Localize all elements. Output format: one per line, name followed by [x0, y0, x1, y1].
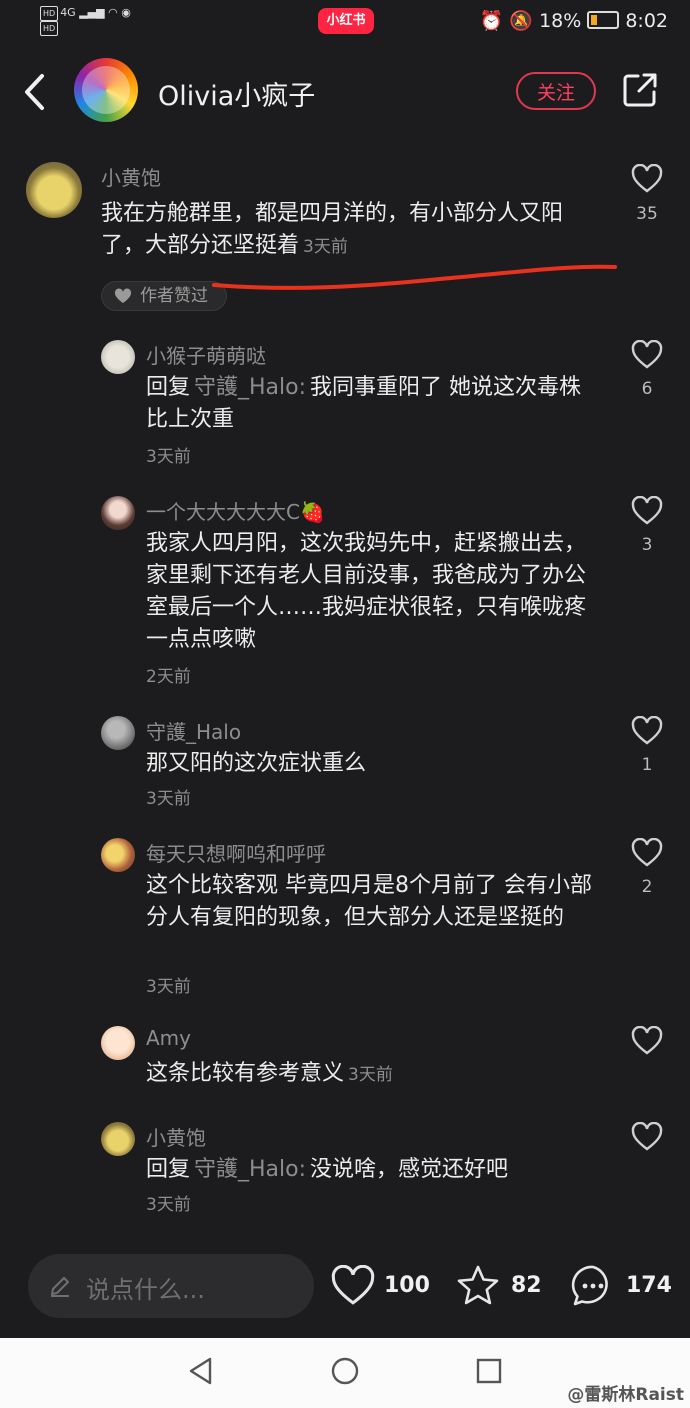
small-heart-icon [114, 288, 132, 303]
comment-text[interactable]: 那又阳的这次症状重么 [146, 748, 601, 780]
comment-time: 3天前 [146, 977, 191, 997]
like-count: 2 [641, 877, 653, 897]
comments-count: 174 [626, 1273, 672, 1298]
heart-icon[interactable] [631, 838, 663, 868]
network-label: 4G [60, 6, 76, 19]
wifi-icon: ◠ [108, 6, 118, 19]
reply-target[interactable]: 守護_Halo: [194, 1157, 306, 1182]
watermark: @雷斯林Raist [567, 1385, 684, 1405]
comment-time: 3天前 [348, 1065, 393, 1085]
heart-icon[interactable] [631, 164, 663, 194]
reply-prefix: 回复 [146, 1157, 191, 1182]
comment-time: 2天前 [146, 667, 191, 687]
clock: 8:02 [625, 10, 668, 32]
comment-username[interactable]: 一个大大大大大C🍓 [146, 496, 325, 525]
comment-body: 这条比较有参考意义 [146, 1061, 345, 1086]
author-avatar[interactable] [74, 58, 138, 122]
comment-text[interactable]: 这条比较有参考意义 3天前 [146, 1058, 601, 1091]
battery-percent: 18% [539, 10, 582, 32]
reply-prefix: 回复 [146, 375, 191, 400]
comment-text[interactable]: 回复 守護_Halo: 我同事重阳了 她说这次毒株比上次重 [146, 372, 601, 436]
nav-recents-icon[interactable] [474, 1356, 504, 1386]
comment-time: 3天前 [146, 1195, 191, 1215]
user-avatar[interactable] [101, 1122, 135, 1156]
comment-username[interactable]: 每天只想啊呜和呼呼 [146, 838, 326, 867]
comment-text[interactable]: 回复 守護_Halo: 没说啥，感觉还好吧 [146, 1154, 601, 1186]
like-count: 35 [636, 204, 658, 224]
author-liked-badge: 作者赞过 [101, 281, 227, 311]
back-arrow-icon[interactable] [22, 72, 48, 112]
follow-button[interactable]: 关注 [516, 72, 596, 110]
star-icon [457, 1265, 499, 1305]
comment-username[interactable]: 小猴子萌萌哒 [146, 340, 266, 369]
nav-home-icon[interactable] [330, 1356, 360, 1386]
comment-username[interactable]: Amy [146, 1026, 191, 1050]
comment-time: 3天前 [146, 447, 191, 467]
comment-time: 3天前 [303, 237, 348, 257]
share-icon[interactable] [622, 72, 658, 108]
mute-icon: 🔕 [509, 10, 534, 32]
like-button[interactable]: 100 [330, 1263, 430, 1309]
red-underline-annotation [212, 264, 617, 290]
signal-icon: ▂▄▆ [79, 6, 105, 19]
comment-time: 3天前 [146, 789, 191, 809]
user-avatar[interactable] [101, 340, 135, 374]
collect-button[interactable]: 82 [455, 1263, 545, 1309]
likes-count: 100 [384, 1273, 430, 1298]
app-badge: 小红书 [318, 8, 374, 34]
like-count: 1 [641, 755, 653, 775]
user-avatar[interactable] [101, 838, 135, 872]
heart-icon[interactable] [631, 1122, 663, 1152]
user-avatar[interactable] [26, 162, 82, 218]
eye-icon: ◉ [121, 6, 131, 19]
comment-username[interactable]: 小黄饱 [101, 162, 161, 191]
user-avatar[interactable] [101, 716, 135, 750]
user-avatar[interactable] [101, 1026, 135, 1060]
comment-username[interactable]: 守護_Halo [146, 716, 241, 745]
comment-text[interactable]: 我家人四月阳，这次我妈先中，赶紧搬出去，家里剩下还有老人目前没事，我爸成为了办公… [146, 528, 601, 656]
chat-bubble-icon [571, 1265, 608, 1306]
input-placeholder: 说点什么... [86, 1276, 205, 1304]
hd-icon: HD [40, 6, 59, 21]
author-name[interactable]: Olivia小疯子 [158, 74, 315, 113]
battery-icon [587, 11, 620, 29]
author-liked-label: 作者赞过 [140, 286, 208, 306]
reply-target[interactable]: 守護_Halo: [194, 375, 306, 400]
comment-text[interactable]: 我在方舱群里，都是四月洋的，有小部分人又阳了，大部分还坚挺着 3天前 [101, 198, 601, 263]
heart-icon[interactable] [631, 716, 663, 746]
heart-icon[interactable] [631, 340, 663, 370]
hd-icon-2: HD [40, 21, 59, 36]
pen-icon [51, 1277, 69, 1297]
collects-count: 82 [511, 1273, 542, 1298]
comments-button[interactable]: 174 [570, 1263, 672, 1309]
alarm-icon: ⏰ [479, 10, 504, 32]
comment-text[interactable]: 这个比较客观 毕竟四月是8个月前了 会有小部分人有复阳的现象，但大部分人还是坚挺… [146, 870, 601, 934]
status-bar: HD 4G ▂▄▆ ◠ ◉ HD 小红书 ⏰ 🔕 18% 8:02 [0, 0, 690, 44]
comment-body: 没说啥，感觉还好吧 [310, 1157, 509, 1182]
comment-input[interactable]: 说点什么... [28, 1254, 314, 1318]
signal-indicators: HD 4G ▂▄▆ ◠ ◉ HD [40, 6, 131, 36]
nav-back-icon[interactable] [186, 1356, 216, 1386]
heart-icon[interactable] [631, 1026, 663, 1056]
status-right: ⏰ 🔕 18% 8:02 [474, 9, 668, 32]
like-count: 6 [641, 379, 653, 399]
comment-username[interactable]: 小黄饱 [146, 1122, 206, 1151]
heart-icon [331, 1265, 375, 1305]
like-count: 3 [641, 535, 653, 555]
user-avatar[interactable] [101, 496, 135, 530]
heart-icon[interactable] [631, 496, 663, 526]
